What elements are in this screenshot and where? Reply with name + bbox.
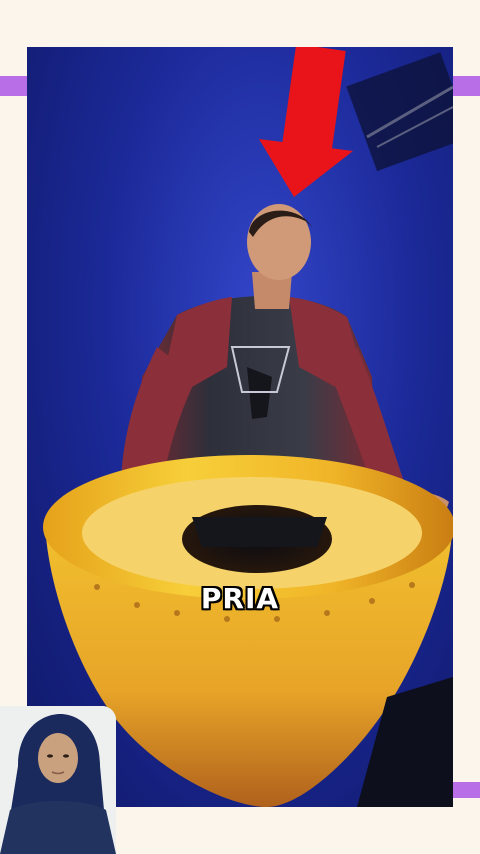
video-player[interactable]: PRIA bbox=[27, 47, 453, 807]
arrow-down-icon bbox=[259, 47, 353, 197]
stage-rigging bbox=[346, 52, 453, 172]
presenter-webcam bbox=[0, 706, 116, 854]
accent-bar-right-low bbox=[450, 782, 480, 798]
caption-text: PRIA bbox=[200, 582, 280, 615]
presenter-avatar bbox=[0, 706, 116, 854]
video-frame-scene bbox=[43, 47, 453, 807]
reel-frame: PRIA bbox=[0, 0, 480, 854]
